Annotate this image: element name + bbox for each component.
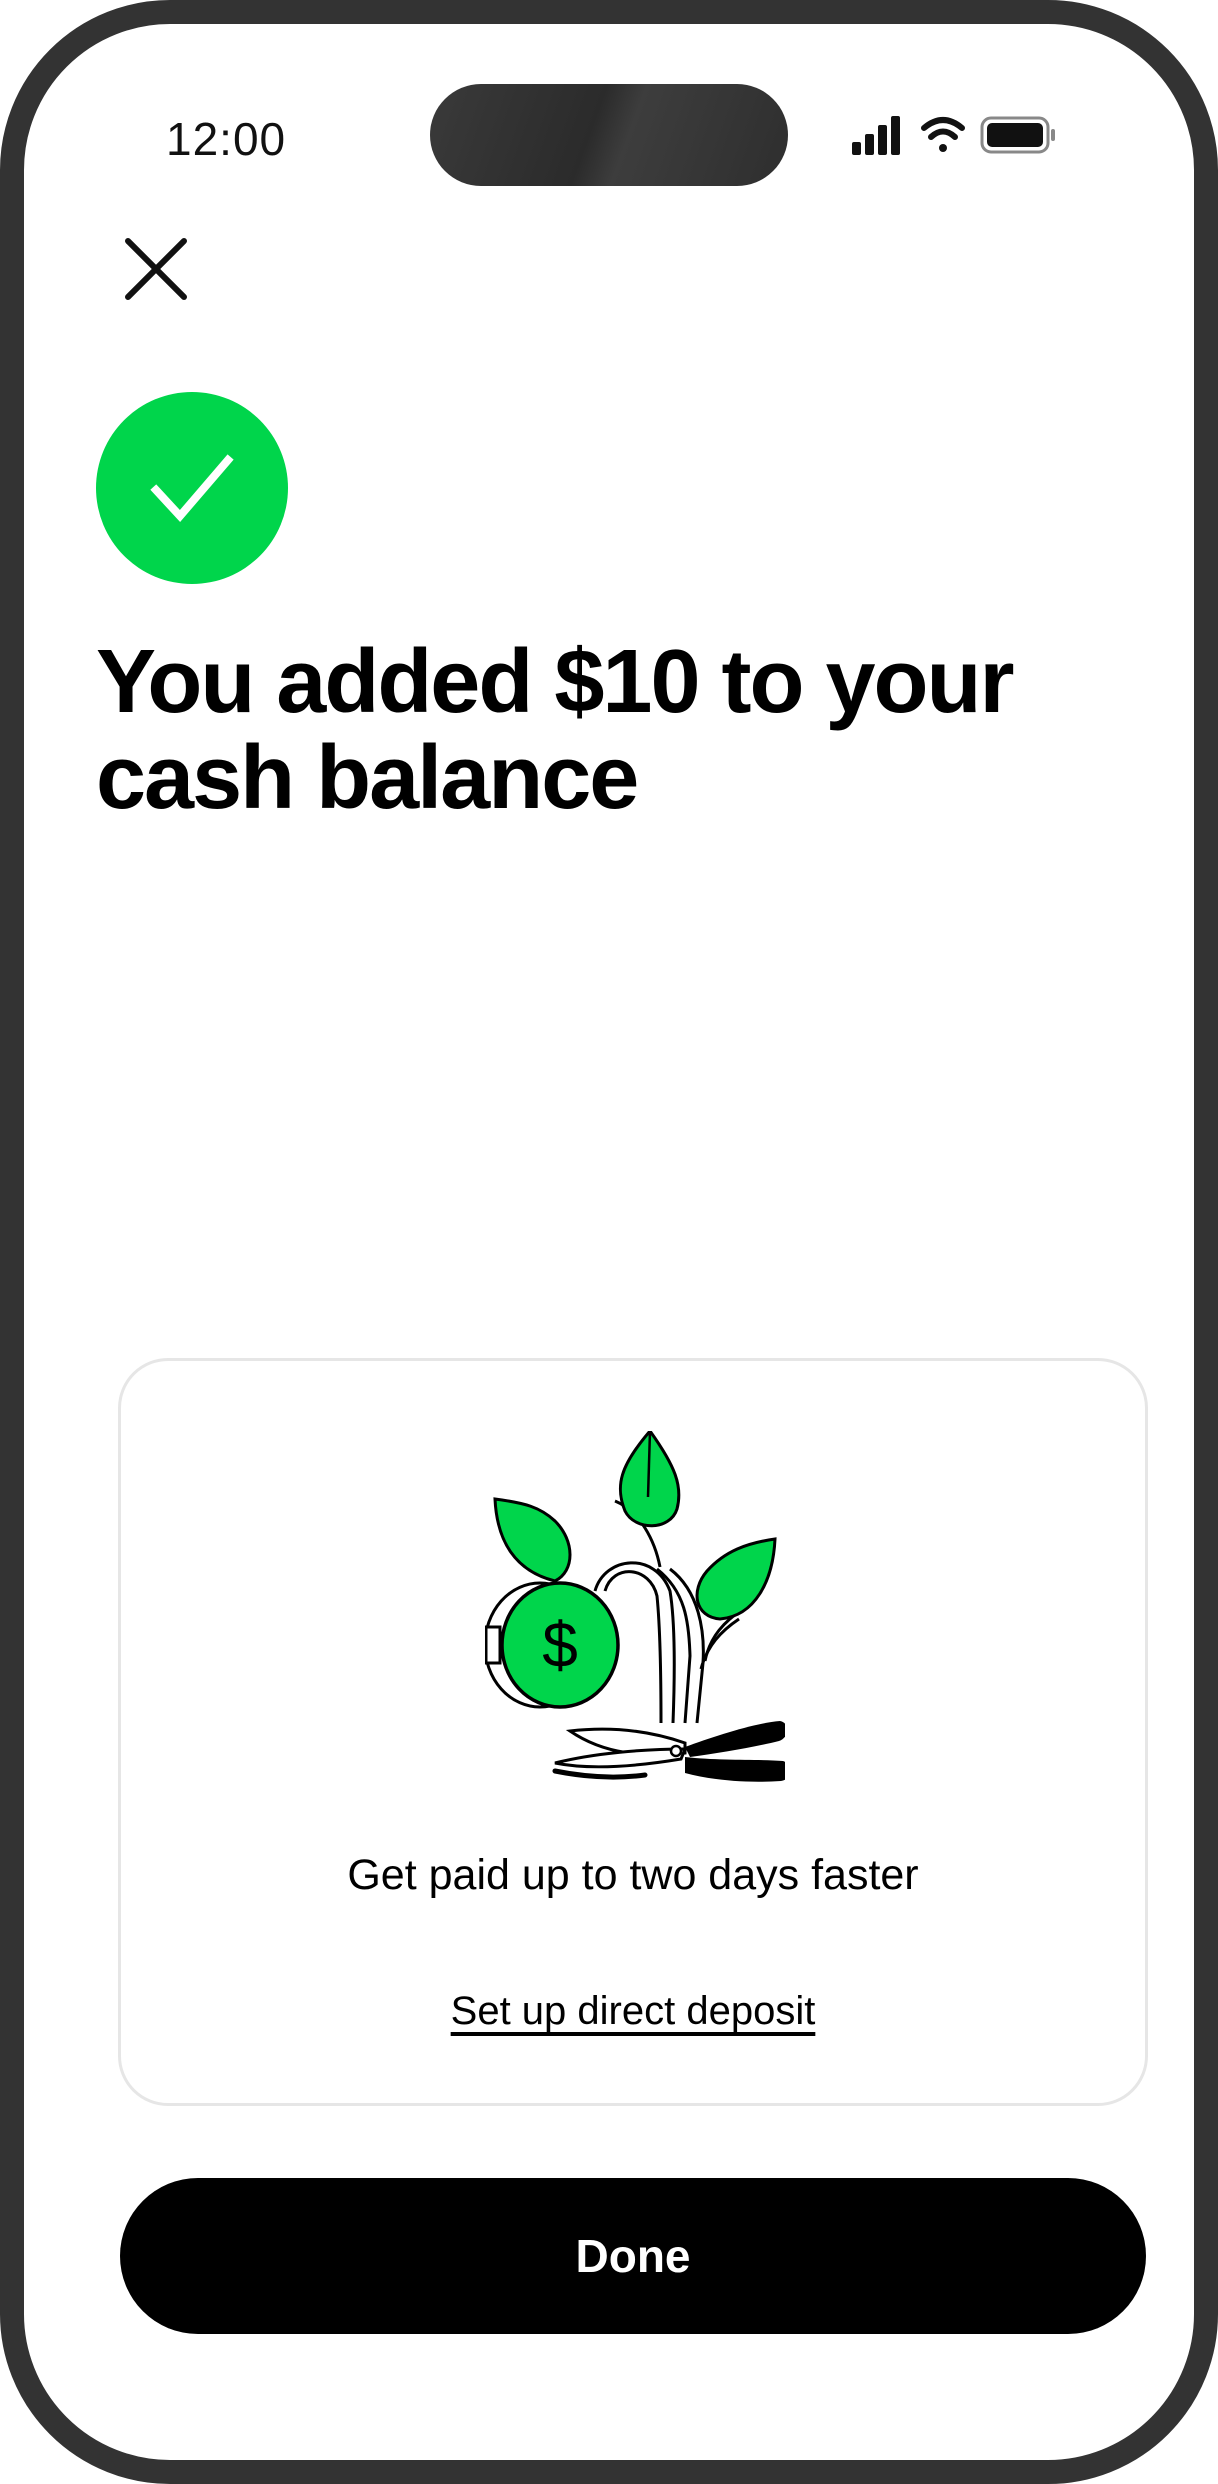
wifi-icon — [921, 117, 965, 152]
battery-icon — [980, 116, 1055, 154]
done-button[interactable]: Done — [120, 2178, 1146, 2334]
money-plant-illustration: $ — [485, 1431, 785, 1782]
cellular-signal-icon — [852, 116, 900, 155]
success-badge — [96, 392, 288, 584]
close-button[interactable] — [116, 229, 196, 309]
checkmark-icon — [150, 454, 234, 523]
close-icon — [125, 238, 187, 300]
phone-frame: 12:00 You added $10 to your cash balance… — [0, 0, 1218, 2484]
dynamic-island — [430, 84, 788, 186]
promo-text: Get paid up to two days faster — [347, 1851, 919, 1899]
direct-deposit-promo-card: $ Get paid up to two days faster Set up … — [118, 1358, 1148, 2106]
status-bar-icons — [852, 112, 1082, 162]
setup-direct-deposit-link[interactable]: Set up direct deposit — [121, 1989, 1145, 2034]
svg-text:$: $ — [542, 1609, 578, 1681]
status-bar-time: 12:00 — [166, 113, 287, 165]
page-title: You added $10 to your cash balance — [96, 632, 1015, 828]
